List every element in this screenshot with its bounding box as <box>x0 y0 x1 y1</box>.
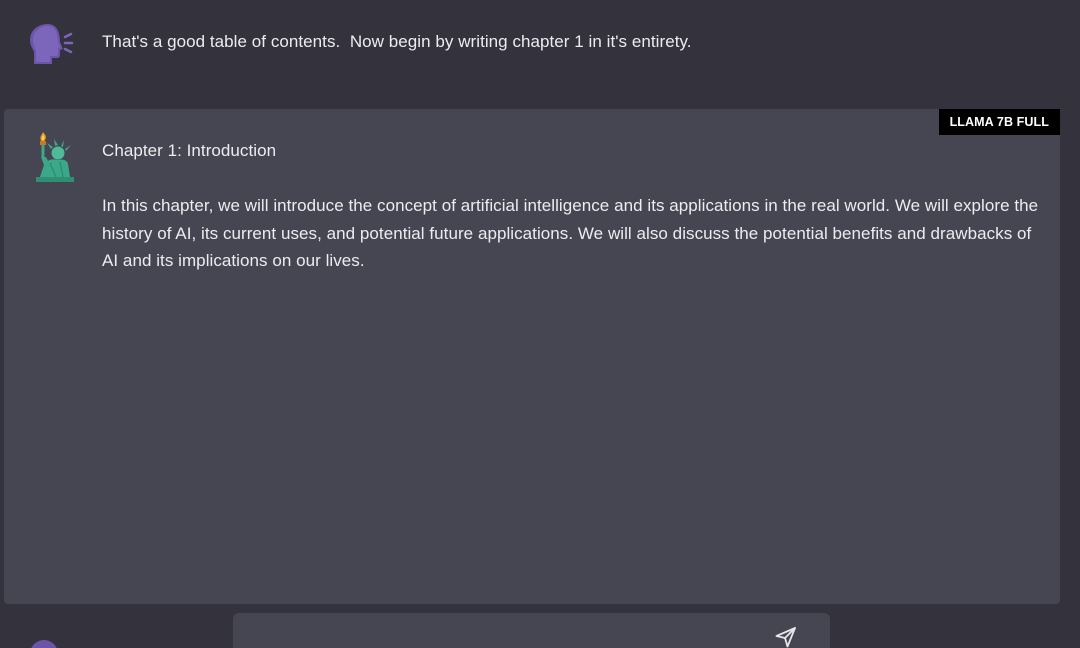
assistant-message-title: Chapter 1: Introduction <box>102 141 277 160</box>
assistant-message-body: In this chapter, we will introduce the c… <box>102 196 1039 270</box>
user-message-text: That's a good table of contents. Now beg… <box>102 32 692 51</box>
model-badge: LLAMA 7B FULL <box>938 109 1060 135</box>
assistant-message: LLAMA 7B FULL Chapter 1: Introduction In… <box>4 109 1060 604</box>
speaking-head-icon <box>26 20 74 68</box>
send-button[interactable] <box>774 625 798 648</box>
paper-plane-icon <box>775 627 796 648</box>
message-composer <box>233 613 830 648</box>
user-message: That's a good table of contents. Now beg… <box>0 0 1080 100</box>
user-avatar-icon <box>28 634 68 648</box>
message-input[interactable] <box>249 623 753 648</box>
chat-page: That's a good table of contents. Now beg… <box>0 0 1080 648</box>
statue-of-liberty-icon <box>30 131 78 182</box>
